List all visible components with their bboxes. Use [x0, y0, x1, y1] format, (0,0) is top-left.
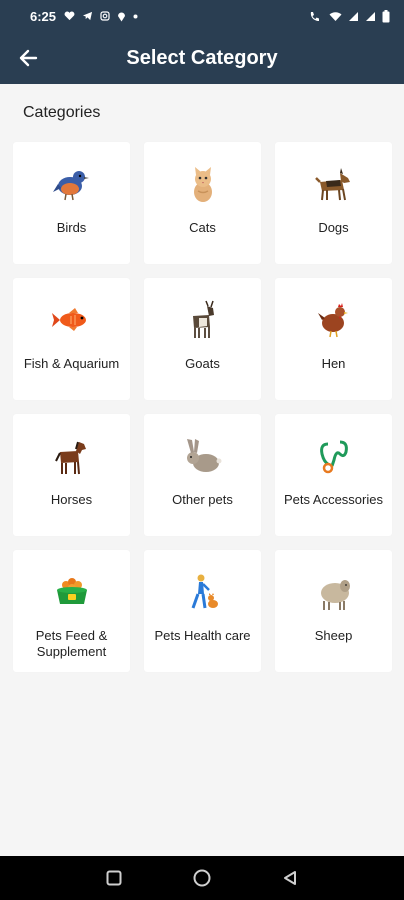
heart-icon: [64, 11, 75, 21]
category-card-other-pets[interactable]: Other pets: [144, 414, 261, 536]
instagram-icon: [100, 11, 110, 21]
home-button[interactable]: [191, 867, 213, 889]
app-bar: Select Category: [0, 32, 404, 84]
circle-icon: [193, 869, 211, 887]
category-card-pets-accessories[interactable]: Pets Accessories: [275, 414, 392, 536]
leash-icon: [312, 434, 356, 478]
category-label: Dogs: [318, 220, 349, 235]
category-label: Pets Health care: [154, 628, 251, 643]
category-label: Hen: [321, 356, 346, 371]
status-time: 6:25: [30, 8, 57, 24]
battery-icon: [382, 9, 390, 22]
category-label: Goats: [185, 356, 220, 371]
category-label: Fish & Aquarium: [23, 356, 120, 371]
system-navigation-bar: [0, 856, 404, 900]
category-label: Birds: [56, 220, 87, 235]
sheep-icon: [312, 570, 356, 614]
volte-call-icon: [310, 11, 319, 21]
category-label: Cats: [189, 220, 216, 235]
dog-icon: [312, 162, 356, 206]
system-status-icons: [309, 9, 390, 23]
goat-icon: [181, 298, 225, 342]
fish-icon: [50, 298, 94, 342]
signal-icon-2: [366, 11, 375, 21]
horse-icon: [50, 434, 94, 478]
category-card-cats[interactable]: Cats: [144, 142, 261, 264]
pet-food-bowl-icon: [50, 570, 94, 614]
telegram-icon: [82, 11, 93, 21]
bird-icon: [50, 162, 94, 206]
location-icon: [118, 12, 126, 21]
category-card-hen[interactable]: Hen: [275, 278, 392, 400]
pet-health-care-icon: [181, 570, 225, 614]
back-button[interactable]: [14, 44, 42, 72]
category-label: Pets Feed & Supplement: [35, 628, 108, 659]
category-label: Horses: [50, 492, 93, 507]
system-back-button[interactable]: [279, 867, 301, 889]
category-card-birds[interactable]: Birds: [13, 142, 130, 264]
page-title: Select Category: [126, 46, 278, 69]
square-icon: [106, 870, 122, 886]
section-title: Categories: [23, 104, 101, 121]
category-card-dogs[interactable]: Dogs: [275, 142, 392, 264]
status-bar: 6:25: [0, 0, 404, 32]
category-card-fish-aquarium[interactable]: Fish & Aquarium: [13, 278, 130, 400]
category-grid: Birds Cats Dogs Fish & Aquarium Goats He…: [13, 142, 393, 672]
category-card-sheep[interactable]: Sheep: [275, 550, 392, 672]
category-label: Sheep: [314, 628, 353, 643]
rabbit-icon: [181, 434, 225, 478]
arrow-left-icon: [19, 49, 38, 67]
hen-icon: [312, 298, 356, 342]
recent-apps-button[interactable]: [103, 867, 125, 889]
triangle-back-icon: [284, 871, 296, 885]
category-card-pets-feed-supplement[interactable]: Pets Feed & Supplement: [13, 550, 130, 672]
category-card-horses[interactable]: Horses: [13, 414, 130, 536]
signal-icon-1: [349, 11, 358, 21]
wifi-icon: [329, 11, 342, 21]
cat-icon: [181, 162, 225, 206]
dot-icon: [133, 14, 138, 18]
notification-icons: [64, 11, 138, 22]
category-label: Other pets: [172, 492, 233, 507]
category-card-goats[interactable]: Goats: [144, 278, 261, 400]
category-label: Pets Accessories: [284, 492, 383, 507]
category-card-pets-health-care[interactable]: Pets Health care: [144, 550, 261, 672]
